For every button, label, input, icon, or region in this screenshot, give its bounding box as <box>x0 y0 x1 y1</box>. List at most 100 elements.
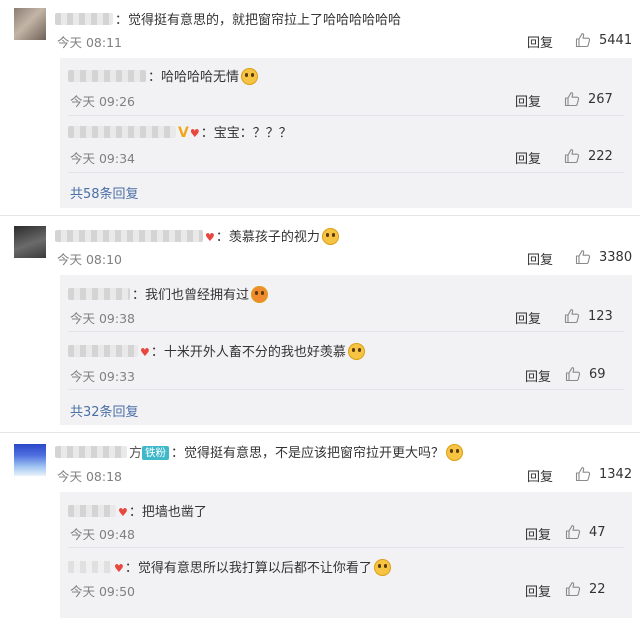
heart-badge-icon: ♥ <box>140 346 150 359</box>
like-button[interactable]: 123 <box>564 308 613 324</box>
comment-text-line: ：觉得挺有意思的，就把窗帘拉上了哈哈哈哈哈哈 <box>55 9 401 28</box>
reply-text: ：十米开外人畜不分的我也好羡慕 <box>150 345 346 360</box>
heart-badge-icon: ♥ <box>205 231 215 244</box>
like-count: 123 <box>588 308 613 324</box>
view-more-replies-link[interactable]: 共58条回复 <box>70 183 139 202</box>
divider <box>68 172 624 173</box>
reply-text-line: ♥：十米开外人畜不分的我也好羡慕 <box>68 341 365 360</box>
thumbs-up-icon <box>564 308 580 324</box>
laugh-emoji <box>251 286 269 303</box>
reply-button[interactable]: 回复 <box>515 308 541 327</box>
reply-text-line: ：哈哈哈哈无情 <box>68 66 259 85</box>
username-redacted[interactable] <box>68 288 130 300</box>
avatar[interactable] <box>14 444 46 476</box>
like-count: 69 <box>589 366 606 382</box>
view-more-replies-link[interactable]: 共32条回复 <box>70 401 139 420</box>
like-count: 22 <box>589 581 606 597</box>
username-redacted[interactable] <box>55 230 203 242</box>
thread-divider <box>0 215 640 216</box>
reply-button[interactable]: 回复 <box>515 91 541 110</box>
cat-emoji <box>373 559 391 576</box>
reply-time: 今天 09:34 <box>70 151 135 166</box>
laughing-tears-emoji <box>321 228 339 245</box>
cat-emoji <box>446 444 464 461</box>
thumbs-up-icon <box>575 249 591 265</box>
like-button[interactable]: 69 <box>565 366 606 382</box>
comment-text-line: 方铁粉 ：觉得挺有意思，不是应该把窗帘拉开更大吗？ <box>55 442 464 461</box>
thumbs-up-icon <box>575 32 591 48</box>
comment-time: 今天 08:10 <box>57 252 122 267</box>
comment-text: ：觉得挺有意思，不是应该把窗帘拉开更大吗？ <box>171 446 445 461</box>
reply-button[interactable]: 回复 <box>525 366 551 385</box>
reply-time: 今天 09:38 <box>70 311 135 326</box>
like-button[interactable]: 47 <box>565 524 606 540</box>
reply-time: 今天 09:33 <box>70 369 135 384</box>
like-button[interactable]: 22 <box>565 581 606 597</box>
replies-panel: ♥：把墙也凿了 今天 09:48 回复 47 ♥：觉得有意思所以我打算以后都不让… <box>60 492 632 618</box>
like-button[interactable]: 5441 <box>575 32 632 48</box>
reply-text: ：我们也曾经拥有过 <box>132 288 250 303</box>
thumbs-up-icon <box>565 581 581 597</box>
reply-text-line: ♥：觉得有意思所以我打算以后都不让你看了 <box>68 557 391 576</box>
username-fragment[interactable]: 方 <box>129 446 142 461</box>
heart-badge-icon: ♥ <box>118 506 128 519</box>
reply-text-line: ♥：把墙也凿了 <box>68 501 207 520</box>
reply-button[interactable]: 回复 <box>527 249 553 268</box>
avatar[interactable] <box>14 226 46 258</box>
comment-time: 今天 08:18 <box>57 469 122 484</box>
comment-text: ：觉得挺有意思的，就把窗帘拉上了哈哈哈哈哈哈 <box>115 13 402 28</box>
like-button[interactable]: 3380 <box>575 249 632 265</box>
reply-button[interactable]: 回复 <box>525 581 551 600</box>
reply-button[interactable]: 回复 <box>527 32 553 51</box>
like-count: 222 <box>588 148 613 164</box>
divider <box>68 547 624 548</box>
thumbs-up-icon <box>564 148 580 164</box>
like-count: 47 <box>589 524 606 540</box>
reply-time: 今天 09:26 <box>70 94 135 109</box>
replies-panel: ：哈哈哈哈无情 今天 09:26 回复 267 V♥：宝宝：？？？ 今天 09:… <box>60 58 632 208</box>
reply-text: ：宝宝：？？？ <box>200 126 292 141</box>
avatar[interactable] <box>14 8 46 40</box>
reply-button[interactable]: 回复 <box>515 148 541 167</box>
reply-text: ：哈哈哈哈无情 <box>148 70 240 85</box>
divider <box>68 389 624 390</box>
username-redacted[interactable] <box>68 70 146 82</box>
crying-emoji <box>347 343 365 360</box>
username-redacted[interactable] <box>68 505 116 517</box>
username-redacted[interactable] <box>68 345 138 357</box>
like-count: 3380 <box>599 249 633 265</box>
verified-v-icon: V <box>178 125 189 141</box>
username-redacted[interactable] <box>55 13 113 25</box>
heart-badge-icon: ♥ <box>189 127 200 140</box>
comment-text: ：羡慕孩子的视力 <box>215 230 320 245</box>
divider <box>68 331 624 332</box>
heart-badge-icon: ♥ <box>114 562 124 575</box>
username-redacted[interactable] <box>68 126 176 138</box>
username-redacted[interactable] <box>55 446 127 458</box>
reply-button[interactable]: 回复 <box>527 466 553 485</box>
like-count: 1342 <box>599 466 633 482</box>
reply-time: 今天 09:50 <box>70 584 135 599</box>
cat-emoji <box>241 68 259 85</box>
reply-text-line: V♥：宝宝：？？？ <box>68 122 292 141</box>
thumbs-up-icon <box>565 524 581 540</box>
like-button[interactable]: 267 <box>564 91 613 107</box>
reply-text: ：觉得有意思所以我打算以后都不让你看了 <box>124 561 372 576</box>
reply-text: ：把墙也凿了 <box>128 505 207 520</box>
thumbs-up-icon <box>565 366 581 382</box>
thread-divider <box>0 432 640 433</box>
thumbs-up-icon <box>575 466 591 482</box>
reply-button[interactable]: 回复 <box>525 524 551 543</box>
like-button[interactable]: 1342 <box>575 466 632 482</box>
thumbs-up-icon <box>564 91 580 107</box>
like-button[interactable]: 222 <box>564 148 613 164</box>
like-count: 5441 <box>599 32 633 48</box>
reply-text-line: ：我们也曾经拥有过 <box>68 284 269 303</box>
replies-panel: ：我们也曾经拥有过 今天 09:38 回复 123 ♥：十米开外人畜不分的我也好… <box>60 275 632 425</box>
divider <box>68 115 624 116</box>
reply-time: 今天 09:48 <box>70 527 135 542</box>
comment-time: 今天 08:11 <box>57 35 122 50</box>
comment-text-line: ♥：羡慕孩子的视力 <box>55 226 339 245</box>
username-redacted[interactable] <box>68 561 112 573</box>
like-count: 267 <box>588 91 613 107</box>
